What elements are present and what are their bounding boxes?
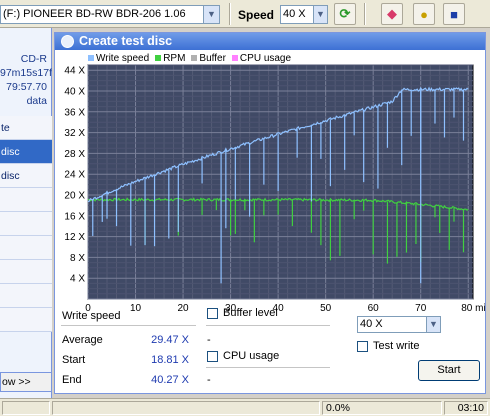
start-label: Start xyxy=(62,354,86,366)
chevron-down-icon[interactable]: ▼ xyxy=(203,6,219,23)
test-write-label: Test write xyxy=(373,340,420,352)
drive-select[interactable]: (F:) PIONEER BD-RW BDR-206 1.06 ▼ xyxy=(0,5,220,24)
x-tick-label: 20 xyxy=(177,303,189,313)
toolbar: (F:) PIONEER BD-RW BDR-206 1.06 ▼ Speed … xyxy=(0,0,490,28)
sidebar-item[interactable] xyxy=(0,284,52,308)
sidebar-item[interactable] xyxy=(0,260,52,284)
toolbar-separator xyxy=(229,3,231,25)
y-tick-label: 40 X xyxy=(64,87,85,98)
buffer-level-checkbox[interactable] xyxy=(207,308,218,319)
y-tick-label: 28 X xyxy=(64,149,85,160)
y-tick-label: 24 X xyxy=(64,170,85,181)
save-icon: ■ xyxy=(450,6,458,22)
show-more-label: ow >> xyxy=(2,376,31,388)
toolbar-separator xyxy=(364,3,366,25)
sidebar-item[interactable] xyxy=(0,212,52,236)
sidebar-item-create-test-disc[interactable]: disc xyxy=(0,140,52,164)
disc-capacity: 97m15s17f xyxy=(0,67,52,79)
refresh-icon: ⟳ xyxy=(339,6,351,21)
write-speed-header: Write speed xyxy=(62,310,121,322)
status-bar: 0.0% 03:10 xyxy=(0,398,490,416)
refresh-button[interactable]: ⟳ xyxy=(334,3,356,25)
test-write-checkbox[interactable] xyxy=(357,341,368,352)
x-tick-label: 50 xyxy=(320,303,332,313)
speed-label: Speed xyxy=(238,8,275,22)
buffer-level-value: - xyxy=(207,334,211,346)
y-tick-label: 12 X xyxy=(64,232,85,243)
status-percent-value: 0.0% xyxy=(326,402,350,414)
x-tick-label: 60 xyxy=(368,303,380,313)
y-tick-label: 4 X xyxy=(70,274,85,285)
disc-info: CD-R 97m15s17f 79:57.70 data xyxy=(0,52,52,108)
sidebar-item-label: disc xyxy=(1,146,20,158)
sidebar-item[interactable] xyxy=(0,236,52,260)
show-more-button[interactable]: ow >> xyxy=(0,372,52,392)
buffer-level-label: Buffer level xyxy=(223,307,278,319)
disc-icon: ● xyxy=(420,6,428,22)
cpu-usage-value: - xyxy=(207,374,211,386)
divider xyxy=(61,325,196,326)
average-label: Average xyxy=(62,334,103,346)
disc-length: 79:57.70 xyxy=(6,81,47,93)
chevron-down-icon[interactable]: ▼ xyxy=(426,317,440,332)
erase-button[interactable]: ◆ xyxy=(381,3,403,25)
divider xyxy=(206,325,330,326)
disc-button[interactable]: ● xyxy=(413,3,435,25)
status-cell xyxy=(52,401,320,415)
left-panel: CD-R 97m15s17f 79:57.70 data te disc dis… xyxy=(0,28,52,398)
y-tick-label: 16 X xyxy=(64,211,85,222)
y-tick-label: 44 X xyxy=(64,66,85,77)
cpu-usage-label: CPU usage xyxy=(223,350,280,362)
erase-icon: ◆ xyxy=(387,6,397,21)
x-tick-label: 80 min xyxy=(461,303,485,313)
sidebar-item-label: te xyxy=(1,122,10,134)
status-time: 03:10 xyxy=(444,401,488,415)
speed-select-value: 40 X xyxy=(283,8,306,20)
plot-area xyxy=(87,64,474,300)
cpu-usage-checkbox[interactable] xyxy=(207,351,218,362)
drive-select-value: (F:) PIONEER BD-RW BDR-206 1.06 xyxy=(3,8,186,20)
end-label: End xyxy=(62,374,82,386)
status-cell xyxy=(2,401,50,415)
write-speed-select-value: 40 X xyxy=(360,318,383,330)
disc-mode: data xyxy=(26,95,47,107)
x-tick-label: 10 xyxy=(130,303,142,313)
y-tick-label: 32 X xyxy=(64,128,85,139)
sidebar-item-test[interactable]: te xyxy=(0,116,52,140)
create-test-disc-panel: Create test disc Write speed RPM Buffer CPU… xyxy=(54,32,486,394)
average-value: 29.47 X xyxy=(151,334,189,346)
sidebar-item-label: disc xyxy=(1,170,20,182)
status-percent: 0.0% xyxy=(322,401,442,415)
start-value: 18.81 X xyxy=(151,354,189,366)
sidebar-item-disc[interactable]: disc xyxy=(0,164,52,188)
y-tick-label: 8 X xyxy=(70,253,85,264)
y-tick-label: 36 X xyxy=(64,107,85,118)
sidebar-item[interactable] xyxy=(0,308,52,332)
speed-select[interactable]: 40 X ▼ xyxy=(280,5,328,24)
write-speed-select[interactable]: 40 X ▼ xyxy=(357,316,441,333)
divider xyxy=(206,367,330,368)
write-speed-chart: 4 X 8 X 12 X 16 X 20 X 24 X 28 X 32 X 36 X 40 X 44… xyxy=(64,64,485,313)
chevron-down-icon[interactable]: ▼ xyxy=(313,6,327,23)
start-button-label: Start xyxy=(437,364,461,376)
save-button[interactable]: ■ xyxy=(443,3,465,25)
status-time-value: 03:10 xyxy=(457,402,484,414)
start-button[interactable]: Start xyxy=(418,360,480,381)
sidebar-item[interactable] xyxy=(0,188,52,212)
disc-type: CD-R xyxy=(20,53,47,65)
x-tick-label: 70 xyxy=(415,303,427,313)
y-tick-label: 20 X xyxy=(64,191,85,202)
end-value: 40.27 X xyxy=(151,374,189,386)
